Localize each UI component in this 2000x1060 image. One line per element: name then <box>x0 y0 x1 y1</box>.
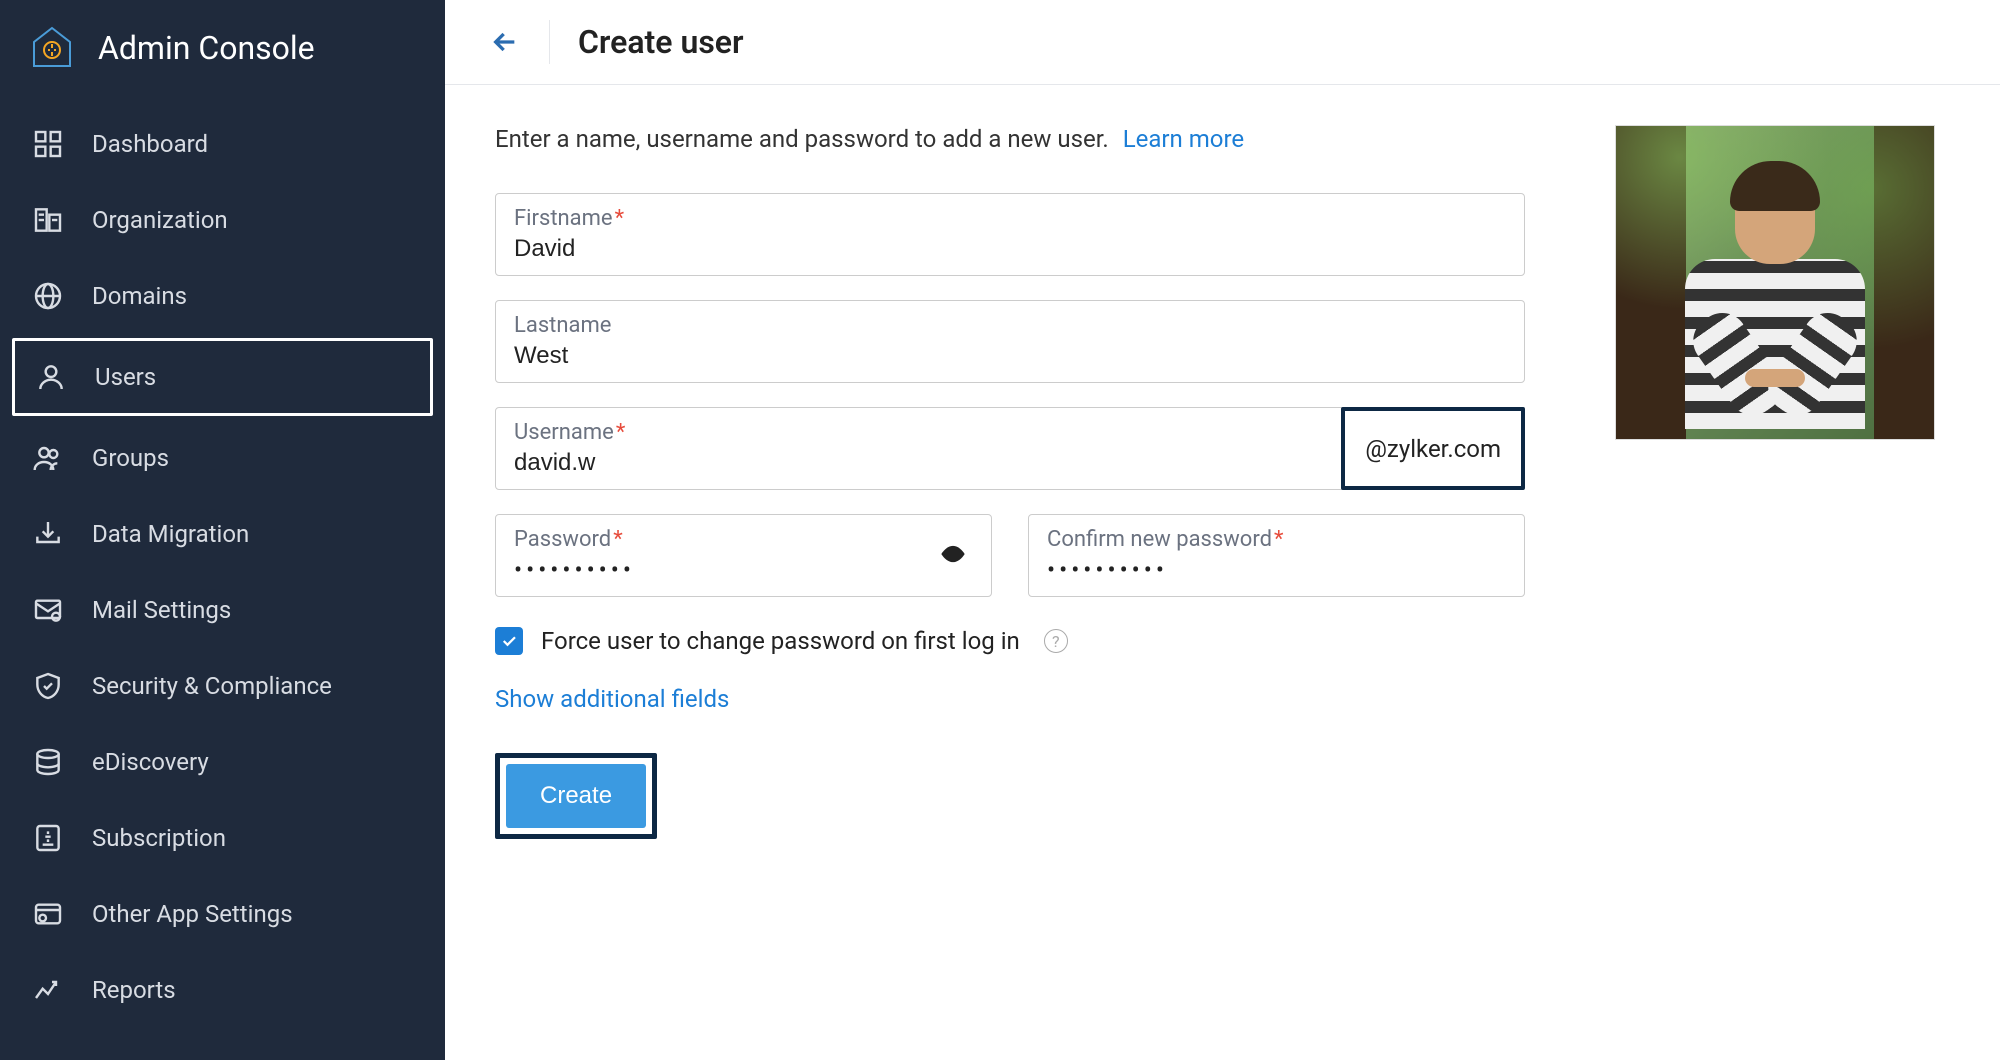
learn-more-link[interactable]: Learn more <box>1123 125 1244 153</box>
sidebar-header: Admin Console <box>0 0 445 96</box>
photo-column <box>1615 125 1935 839</box>
show-additional-fields-link[interactable]: Show additional fields <box>495 685 1525 713</box>
intro-message: Enter a name, username and password to a… <box>495 125 1109 153</box>
sidebar-item-other-app-settings[interactable]: Other App Settings <box>0 876 445 952</box>
firstname-input[interactable] <box>514 235 1506 263</box>
content: Enter a name, username and password to a… <box>445 85 2000 879</box>
help-icon[interactable]: ? <box>1044 629 1068 653</box>
sidebar-item-label: Domains <box>92 282 187 310</box>
sidebar-nav: Dashboard Organization Domains Users Gro… <box>0 96 445 1038</box>
password-row: Password* •••••••••• Confirm new passwor… <box>495 514 1525 597</box>
password-field[interactable]: Password* •••••••••• <box>495 514 992 597</box>
username-label: Username* <box>514 420 1324 445</box>
create-button-highlight: Create <box>495 753 657 839</box>
ediscovery-icon <box>30 744 66 780</box>
topbar: Create user <box>445 0 2000 85</box>
mail-settings-icon <box>30 592 66 628</box>
sidebar-item-dashboard[interactable]: Dashboard <box>0 106 445 182</box>
sidebar-item-groups[interactable]: Groups <box>0 420 445 496</box>
migration-icon <box>30 516 66 552</box>
subscription-icon <box>30 820 66 856</box>
sidebar-item-organization[interactable]: Organization <box>0 182 445 258</box>
sidebar-item-label: Groups <box>92 444 169 472</box>
divider <box>549 20 550 64</box>
show-password-icon[interactable] <box>939 540 967 572</box>
main: Create user Enter a name, username and p… <box>445 0 2000 1060</box>
app-title: Admin Console <box>98 29 315 67</box>
sidebar-item-domains[interactable]: Domains <box>0 258 445 334</box>
create-button[interactable]: Create <box>506 764 646 828</box>
domain-suffix[interactable]: @zylker.com <box>1341 407 1525 490</box>
confirm-password-value[interactable]: •••••••••• <box>1047 556 1506 584</box>
sidebar-item-label: Organization <box>92 206 228 234</box>
sidebar-item-label: Reports <box>92 976 176 1004</box>
form-column: Enter a name, username and password to a… <box>495 125 1525 839</box>
reports-icon <box>30 972 66 1008</box>
sidebar-item-label: Data Migration <box>92 520 249 548</box>
firstname-field[interactable]: Firstname* <box>495 193 1525 276</box>
sidebar-item-mail-settings[interactable]: Mail Settings <box>0 572 445 648</box>
app-settings-icon <box>30 896 66 932</box>
sidebar-item-label: Other App Settings <box>92 900 293 928</box>
intro-text: Enter a name, username and password to a… <box>495 125 1525 153</box>
lastname-input[interactable] <box>514 342 1506 370</box>
password-value[interactable]: •••••••••• <box>514 556 973 584</box>
sidebar: Admin Console Dashboard Organization Dom… <box>0 0 445 1060</box>
force-change-row: Force user to change password on first l… <box>495 627 1525 655</box>
confirm-password-label: Confirm new password* <box>1047 527 1506 552</box>
sidebar-item-subscription[interactable]: Subscription <box>0 800 445 876</box>
lastname-field[interactable]: Lastname <box>495 300 1525 383</box>
page-title: Create user <box>578 23 744 61</box>
username-input[interactable] <box>514 449 1324 477</box>
logo-icon <box>28 24 76 72</box>
users-icon <box>33 359 69 395</box>
lastname-label: Lastname <box>514 313 1506 338</box>
organization-icon <box>30 202 66 238</box>
sidebar-item-label: Users <box>95 363 156 391</box>
force-change-label: Force user to change password on first l… <box>541 627 1020 655</box>
sidebar-item-security[interactable]: Security & Compliance <box>0 648 445 724</box>
sidebar-item-label: Subscription <box>92 824 226 852</box>
sidebar-item-label: eDiscovery <box>92 748 209 776</box>
confirm-password-field[interactable]: Confirm new password* •••••••••• <box>1028 514 1525 597</box>
groups-icon <box>30 440 66 476</box>
domains-icon <box>30 278 66 314</box>
firstname-label: Firstname* <box>514 206 1506 231</box>
sidebar-item-reports[interactable]: Reports <box>0 952 445 1028</box>
sidebar-item-label: Dashboard <box>92 130 208 158</box>
user-photo[interactable] <box>1615 125 1935 440</box>
dashboard-icon <box>30 126 66 162</box>
shield-icon <box>30 668 66 704</box>
back-button[interactable] <box>485 22 525 62</box>
sidebar-item-data-migration[interactable]: Data Migration <box>0 496 445 572</box>
force-change-checkbox[interactable] <box>495 627 523 655</box>
sidebar-item-ediscovery[interactable]: eDiscovery <box>0 724 445 800</box>
sidebar-item-label: Security & Compliance <box>92 672 332 700</box>
sidebar-item-label: Mail Settings <box>92 596 231 624</box>
password-label: Password* <box>514 527 973 552</box>
username-field[interactable]: Username* @zylker.com <box>495 407 1525 490</box>
sidebar-item-users[interactable]: Users <box>12 338 433 416</box>
